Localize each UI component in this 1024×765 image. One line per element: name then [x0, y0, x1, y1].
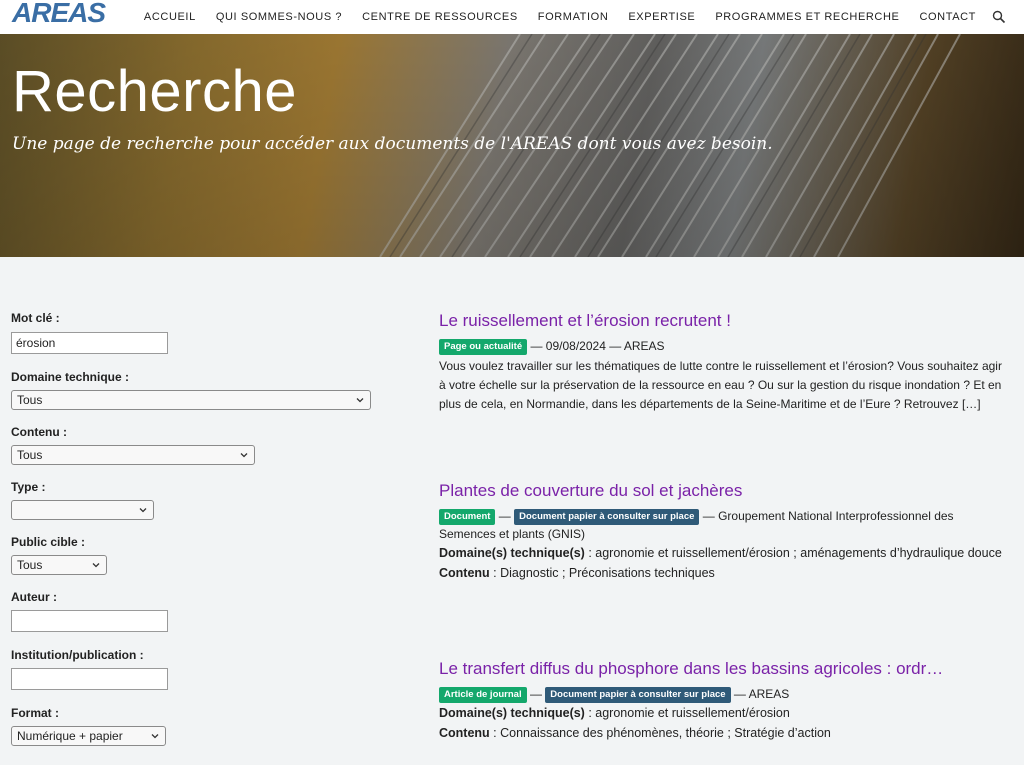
result-domaine: Domaine(s) technique(s) : agronomie et r…: [439, 704, 1009, 723]
keyword-input[interactable]: [11, 332, 168, 354]
contenu-label: Contenu :: [11, 425, 67, 439]
format-select[interactable]: Numérique + papier: [11, 726, 166, 746]
nav-centre-de-ressources[interactable]: CENTRE DE RESSOURCES: [362, 11, 518, 23]
nav-programmes-et-recherche[interactable]: PROGRAMMES ET RECHERCHE: [715, 11, 899, 23]
content-type-badge[interactable]: Document: [439, 509, 496, 525]
domaine-select[interactable]: Tous: [11, 390, 371, 410]
domaine-field-label: Domaine(s) technique(s): [439, 546, 585, 560]
result-meta: Document — Document papier à consulter s…: [439, 509, 954, 541]
areas-logo[interactable]: AREAS: [12, 0, 106, 29]
institution-label: Institution/publication :: [11, 648, 144, 662]
institution-input[interactable]: [11, 668, 168, 690]
result-domaine: Domaine(s) technique(s) : agronomie et r…: [439, 544, 1009, 563]
type-label: Type :: [11, 480, 46, 494]
domaine-field-value: : agronomie et ruissellement/érosion: [584, 706, 790, 720]
type-select[interactable]: [11, 500, 154, 520]
content-type-badge[interactable]: Article de journal: [439, 687, 527, 703]
search-icon[interactable]: [992, 10, 1006, 24]
contenu-field-label: Contenu: [439, 726, 490, 740]
nav-qui-sommes-nous[interactable]: QUI SOMMES-NOUS ?: [216, 11, 342, 23]
format-select-value: Numérique + papier: [17, 729, 123, 743]
contenu-select-value: Tous: [17, 448, 43, 462]
format-label: Format :: [11, 706, 59, 720]
main-nav: ACCUEIL QUI SOMMES-NOUS ? CENTRE DE RESS…: [134, 0, 1024, 34]
contenu-select[interactable]: Tous: [11, 445, 255, 465]
result-item: Le transfert diffus du phosphore dans le…: [439, 659, 1009, 743]
domaine-label: Domaine technique :: [11, 370, 130, 384]
domaine-field-label: Domaine(s) technique(s): [439, 706, 585, 720]
nav-expertise[interactable]: EXPERTISE: [628, 11, 695, 23]
content-type-badge[interactable]: Page ou actualité: [439, 339, 528, 355]
result-item: Plantes de couverture du sol et jachères…: [439, 481, 1009, 583]
public-cible-select[interactable]: Tous: [11, 555, 107, 575]
result-meta-text: — 09/08/2024 — AREAS: [527, 339, 665, 353]
keyword-label: Mot clé :: [11, 311, 60, 325]
domaine-select-value: Tous: [17, 393, 43, 407]
domaine-field-value: : agronomie et ruissellement/érosion ; a…: [584, 546, 1002, 560]
nav-accueil[interactable]: ACCUEIL: [144, 11, 196, 23]
hero-banner: Recherche Une page de recherche pour acc…: [0, 34, 1024, 257]
page-subtitle: Une page de recherche pour accéder aux d…: [12, 134, 773, 154]
result-contenu: Contenu : Diagnostic ; Préconisations te…: [439, 564, 1009, 583]
public-cible-label: Public cible :: [11, 535, 86, 549]
top-navbar: AREAS ACCUEIL QUI SOMMES-NOUS ? CENTRE D…: [0, 0, 1024, 34]
availability-badge[interactable]: Document papier à consulter sur place: [514, 509, 700, 525]
chevron-down-icon: [139, 508, 147, 513]
result-excerpt: Vous voulez travailler sur les thématiqu…: [439, 359, 1002, 411]
chevron-down-icon: [151, 734, 159, 739]
chevron-down-icon: [356, 398, 364, 403]
contenu-field-label: Contenu: [439, 566, 490, 580]
result-title-link[interactable]: Le ruissellement et l’érosion recrutent …: [439, 311, 1009, 331]
chevron-down-icon: [240, 453, 248, 458]
result-meta: Article de journal — Document papier à c…: [439, 685, 1009, 703]
chevron-down-icon: [92, 563, 100, 568]
page-title: Recherche: [12, 59, 297, 124]
contenu-field-value: : Diagnostic ; Préconisations techniques: [489, 566, 715, 580]
contenu-field-value: : Connaissance des phénomènes, théorie ;…: [489, 726, 831, 740]
auteur-label: Auteur :: [11, 590, 57, 604]
nav-formation[interactable]: FORMATION: [538, 11, 609, 23]
result-meta: Page ou actualité — 09/08/2024 — AREAS: [439, 337, 1009, 355]
result-title-link[interactable]: Plantes de couverture du sol et jachères: [439, 481, 1009, 501]
result-item: Le ruissellement et l’érosion recrutent …: [439, 311, 1009, 414]
auteur-input[interactable]: [11, 610, 168, 632]
result-contenu: Contenu : Connaissance des phénomènes, t…: [439, 724, 1009, 743]
result-title-link[interactable]: Le transfert diffus du phosphore dans le…: [439, 659, 1009, 679]
result-meta-text: — AREAS: [730, 687, 790, 701]
nav-contact[interactable]: CONTACT: [919, 11, 976, 23]
availability-badge[interactable]: Document papier à consulter sur place: [545, 687, 731, 703]
public-cible-select-value: Tous: [17, 558, 43, 572]
